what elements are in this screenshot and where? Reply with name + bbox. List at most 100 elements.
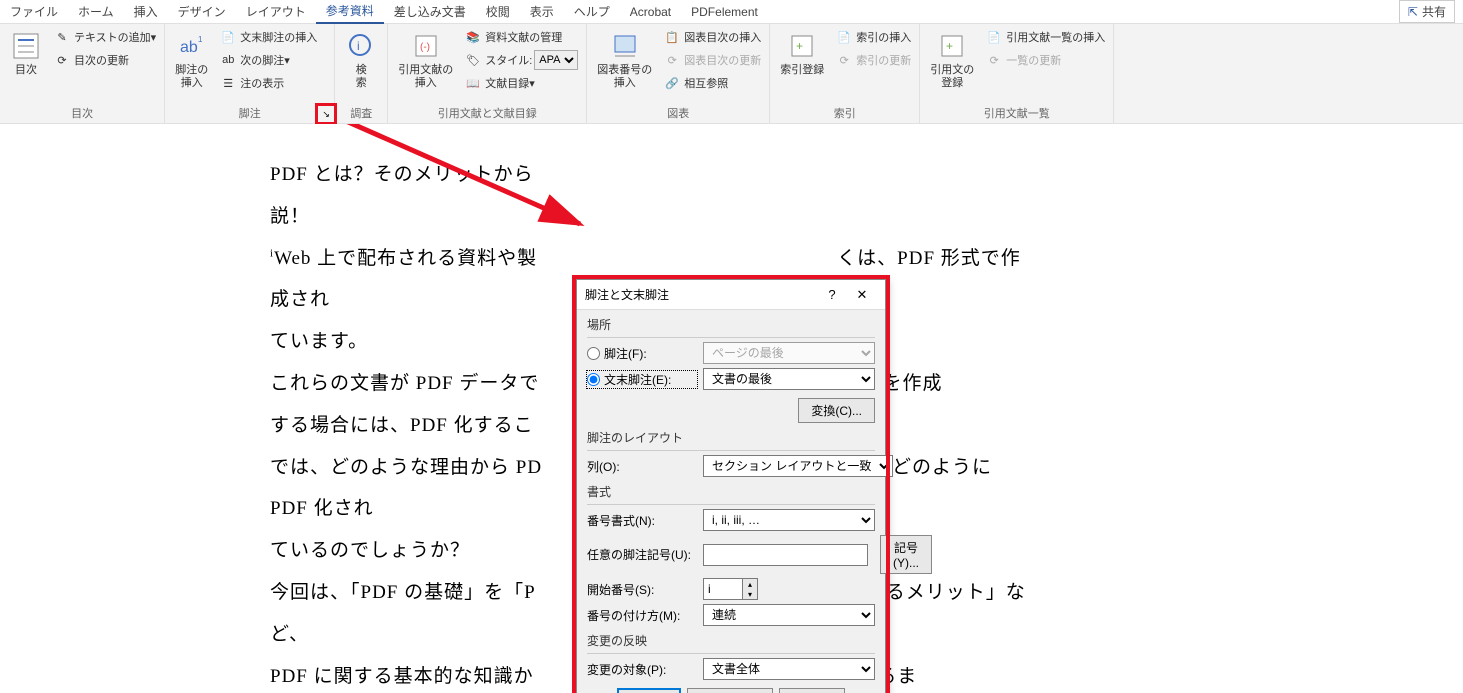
dialog-close-button[interactable]: ✕ [847, 281, 877, 309]
menu-layout[interactable]: レイアウト [236, 0, 316, 23]
footnote-icon: ab1 [176, 30, 208, 62]
insert-endnote-label: 文末脚注の挿入 [240, 29, 317, 45]
crossref-icon: 🔗 [664, 75, 680, 91]
add-text-label: テキストの追加 [74, 29, 151, 45]
insert-footnote-button[interactable]: ab1 脚注の 挿入 [169, 26, 214, 94]
insert-toa-button[interactable]: 📄引用文献一覧の挿入 [982, 26, 1109, 48]
numbering-select[interactable]: 連続 [703, 604, 875, 626]
mark-citation-button[interactable]: + 引用文の 登録 [924, 26, 980, 94]
svg-text:i: i [357, 39, 360, 53]
svg-text:+: + [796, 39, 803, 53]
insert-index-icon: 📄 [836, 29, 852, 45]
insert-index-label: 索引の挿入 [856, 29, 911, 45]
group-label-toc: 目次 [4, 103, 160, 123]
ribbon-group-citations: (-) 引用文献の 挿入 📚資料文献の管理 🏷 スタイル: APA 📖文献目録 … [388, 24, 587, 123]
menu-acrobat[interactable]: Acrobat [620, 2, 681, 22]
cancel-button[interactable]: キャンセル [687, 688, 773, 693]
crossref-button[interactable]: 🔗相互参照 [660, 72, 765, 94]
search-button[interactable]: i 検 索 [339, 26, 383, 94]
insert-endnote-button[interactable]: 📄文末脚注の挿入 [216, 26, 321, 48]
update-index-button: ⟳索引の更新 [832, 49, 915, 71]
group-label-authorities: 引用文献一覧 [924, 103, 1109, 123]
section-layout: 脚注のレイアウト [587, 429, 875, 446]
mark-citation-label: 引用文の 登録 [930, 64, 974, 90]
menu-help[interactable]: ヘルプ [564, 0, 620, 23]
tof-icon: 📋 [664, 29, 680, 45]
style-select[interactable]: APA [534, 50, 578, 70]
menu-view[interactable]: 表示 [520, 0, 564, 23]
insert-index-button[interactable]: 📄索引の挿入 [832, 26, 915, 48]
endnote-position-select[interactable]: 文書の最後 [703, 368, 875, 390]
symbol-button[interactable]: 記号(Y)... [880, 535, 932, 574]
section-format: 書式 [587, 483, 875, 500]
update-toc-button[interactable]: ⟳目次の更新 [50, 49, 160, 71]
spin-down[interactable]: ▾ [743, 589, 757, 599]
menu-review[interactable]: 校閲 [476, 0, 520, 23]
style-icon: 🏷 [465, 52, 481, 68]
show-notes-button[interactable]: ☰注の表示 [216, 72, 321, 94]
radio-footnote[interactable]: 脚注(F): [587, 345, 697, 362]
ribbon-group-research: i 検 索 調査 [335, 24, 388, 123]
numbering-label: 番号の付け方(M): [587, 607, 697, 624]
menu-design[interactable]: デザイン [168, 0, 236, 23]
insert-caption-button[interactable]: 図表番号の 挿入 [591, 26, 658, 94]
radio-endnote[interactable]: 文末脚注(E): [587, 371, 697, 388]
apply-to-label: 変更の対象(P): [587, 661, 697, 678]
dialog-help-button[interactable]: ? [817, 281, 847, 309]
insert-button[interactable]: 挿入(I) [617, 688, 680, 693]
apply-button: 適用(A) [779, 688, 845, 693]
menubar: ファイル ホーム 挿入 デザイン レイアウト 参考資料 差し込み文書 校閲 表示… [0, 0, 1463, 24]
convert-button[interactable]: 変換(C)... [798, 398, 875, 423]
mark-entry-button[interactable]: + 索引登録 [774, 26, 830, 81]
toc-icon [10, 30, 42, 62]
columns-label: 列(O): [587, 458, 697, 475]
manage-sources-button[interactable]: 📚資料文献の管理 [461, 26, 582, 48]
menu-pdfelement[interactable]: PDFelement [681, 2, 768, 22]
document-area[interactable]: PDF とは？そのメリットから説！ iWeb 上で配布される資料や製くは、PDF… [0, 124, 1463, 693]
toc-button[interactable]: 目次 [4, 26, 48, 81]
share-button[interactable]: ⇱ 共有 [1399, 0, 1455, 23]
spin-up[interactable]: ▴ [743, 579, 757, 589]
start-at-label: 開始番号(S): [587, 581, 697, 598]
menu-mailings[interactable]: 差し込み文書 [384, 0, 476, 23]
columns-select[interactable]: セクション レイアウトと一致 [703, 455, 893, 477]
insert-caption-label: 図表番号の 挿入 [597, 64, 652, 90]
update-toa-label: 一覧の更新 [1006, 52, 1061, 68]
next-footnote-icon: ab [220, 52, 236, 68]
show-notes-label: 注の表示 [240, 75, 284, 91]
doc-line: PDF とは？そのメリットから説！ [270, 154, 1030, 238]
update-toc-icon: ⟳ [54, 52, 70, 68]
custom-mark-input[interactable] [703, 544, 868, 566]
insert-toa-icon: 📄 [986, 29, 1002, 45]
menu-file[interactable]: ファイル [0, 0, 68, 23]
next-footnote-button[interactable]: ab次の脚注 ▾ [216, 49, 321, 71]
group-label-research: 調査 [339, 103, 383, 123]
caption-icon [609, 30, 641, 62]
menu-home[interactable]: ホーム [68, 0, 124, 23]
insert-footnote-label: 脚注の 挿入 [175, 64, 208, 90]
apply-to-select[interactable]: 文書全体 [703, 658, 875, 680]
endnote-icon: 📄 [220, 29, 236, 45]
footnote-dialog-launcher[interactable]: ↘ [315, 103, 337, 125]
menu-references[interactable]: 参考資料 [316, 0, 384, 24]
number-format-select[interactable]: i, ii, iii, … [703, 509, 875, 531]
bibliography-button[interactable]: 📖文献目録 ▾ [461, 72, 582, 94]
svg-text:+: + [946, 39, 953, 53]
ribbon-group-authorities: + 引用文の 登録 📄引用文献一覧の挿入 ⟳一覧の更新 引用文献一覧 [920, 24, 1114, 123]
update-tof-button: ⟳図表目次の更新 [660, 49, 765, 71]
update-index-label: 索引の更新 [856, 52, 911, 68]
add-text-button[interactable]: ✎テキストの追加 ▾ [50, 26, 160, 48]
insert-tof-button[interactable]: 📋図表目次の挿入 [660, 26, 765, 48]
share-label: 共有 [1422, 3, 1446, 20]
show-notes-icon: ☰ [220, 75, 236, 91]
menu-insert[interactable]: 挿入 [124, 0, 168, 23]
insert-citation-button[interactable]: (-) 引用文献の 挿入 [392, 26, 459, 94]
mark-entry-label: 索引登録 [780, 64, 824, 77]
ribbon-group-captions: 図表番号の 挿入 📋図表目次の挿入 ⟳図表目次の更新 🔗相互参照 図表 [587, 24, 770, 123]
insert-toa-label: 引用文献一覧の挿入 [1006, 29, 1105, 45]
start-at-spinner[interactable]: ▴▾ [703, 578, 758, 600]
radio-endnote-label: 文末脚注(E): [604, 371, 671, 388]
citation-style-combo[interactable]: 🏷 スタイル: APA [461, 49, 582, 71]
start-at-input[interactable] [703, 578, 743, 600]
bibliography-label: 文献目録 [485, 75, 529, 91]
